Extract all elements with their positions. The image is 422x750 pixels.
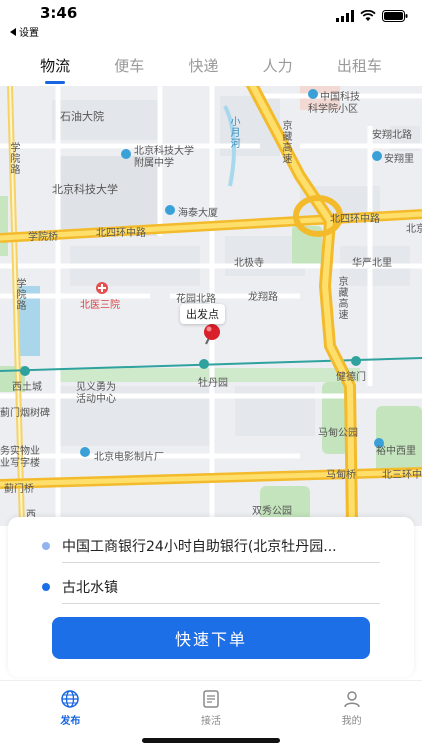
map-label: 西土城 — [12, 382, 42, 393]
signal-icon — [336, 10, 354, 22]
back-arrow-icon — [10, 27, 16, 36]
nav-mine[interactable]: 我的 — [281, 681, 422, 750]
map-label: 华严北里 — [352, 258, 392, 269]
tab-express[interactable]: 快递 — [186, 49, 220, 82]
quick-order-button[interactable]: 快速下单 — [52, 617, 370, 659]
map-label: 北三环中 — [382, 470, 422, 481]
order-card: 中国工商银行24小时自助银行(北京牡丹园... 古北水镇 快速下单 — [8, 517, 414, 677]
service-tabs: 物流 便车 快递 人力 出租车 — [0, 44, 422, 86]
map-label: 北京科技大学 — [52, 183, 118, 196]
map-label: 学院路 — [8, 142, 19, 175]
start-location-field[interactable]: 中国工商银行24小时自助银行(北京牡丹园... — [42, 531, 384, 561]
document-icon — [203, 690, 219, 708]
map-label: 附属中学 — [134, 158, 174, 169]
origin-tag: 出发点 — [180, 304, 225, 324]
globe-icon — [61, 690, 80, 708]
start-location-text: 中国工商银行24小时自助银行(北京牡丹园... — [62, 539, 337, 555]
map-label: 安翔里 — [384, 154, 414, 165]
map-label: 花园北路 — [176, 294, 216, 305]
status-icons — [336, 10, 408, 22]
tab-ride-share[interactable]: 便车 — [112, 49, 146, 82]
nav-publish[interactable]: 发布 — [0, 681, 141, 750]
map-label: 小月河 — [228, 116, 239, 149]
divider — [62, 562, 380, 563]
divider — [62, 603, 380, 604]
map-label: 蓟门桥 — [4, 484, 34, 495]
map-view[interactable]: 石油大院 中国科技 科学院小区 安翔北路 学院路 北京科技大学 附属中学 安翔里… — [0, 86, 422, 526]
user-icon — [343, 691, 360, 708]
map-label: 蓟门烟树碑 — [0, 408, 50, 419]
wifi-icon — [360, 10, 376, 21]
map-label: 北四环中路 — [96, 228, 146, 239]
battery-icon — [382, 10, 408, 22]
map-label: 京藏高速 — [280, 120, 291, 164]
map-label: 双秀公园 — [252, 506, 292, 517]
map-label: 北四环中路 — [330, 214, 380, 225]
map-label: 牡丹园 — [198, 378, 228, 389]
map-label: 龙翔路 — [248, 292, 278, 303]
map-label: 科学院小区 — [308, 104, 358, 115]
map-label: 马甸公园 — [318, 428, 358, 439]
status-bar: 3:46 设置 — [0, 0, 422, 44]
map-label: 北京电影制片厂 — [94, 452, 164, 463]
map-label: 健德门 — [336, 372, 366, 383]
home-indicator[interactable] — [142, 738, 280, 743]
end-dot-icon — [42, 583, 50, 591]
tab-logistics[interactable]: 物流 — [38, 49, 72, 84]
map-label: 北医三院 — [80, 300, 120, 311]
map-label: 石油大院 — [60, 110, 104, 123]
map-label: 学院桥 — [28, 232, 58, 243]
end-location-text: 古北水镇 — [62, 580, 118, 596]
map-label: 活动中心 — [76, 394, 116, 405]
tab-labor[interactable]: 人力 — [261, 49, 295, 82]
map-label: 业写字楼 — [0, 458, 40, 469]
back-to-settings[interactable]: 设置 — [10, 24, 39, 39]
nav-mine-label: 我的 — [341, 716, 362, 727]
status-time: 3:46 — [40, 4, 78, 22]
nav-take-jobs-label: 接活 — [201, 716, 221, 727]
end-location-field[interactable]: 古北水镇 — [42, 572, 384, 602]
map-label: 北极寺 — [234, 258, 264, 269]
back-label: 设置 — [19, 28, 39, 39]
map-label: 北京 — [406, 224, 422, 235]
map-label: 马甸桥 — [326, 470, 356, 481]
map-label: 海泰大厦 — [178, 208, 218, 219]
tab-taxi[interactable]: 出租车 — [335, 49, 384, 82]
map-label: 京藏高速 — [336, 276, 347, 320]
map-label: 学院路 — [14, 278, 25, 311]
nav-publish-label: 发布 — [60, 716, 81, 727]
map-label: 安翔北路 — [372, 130, 412, 141]
map-label: 裕中西里 — [376, 446, 416, 457]
start-dot-icon — [42, 542, 50, 550]
